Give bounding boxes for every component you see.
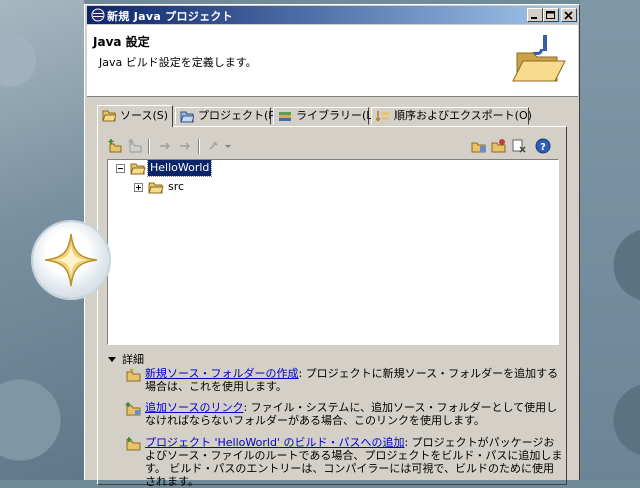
- collapse-triangle-icon: [108, 357, 116, 362]
- window-title: 新規 Java プロジェクト: [107, 10, 233, 23]
- remove-button[interactable]: [510, 137, 528, 155]
- svg-text:?: ?: [540, 142, 546, 153]
- tab-projects[interactable]: プロジェクト(P): [175, 107, 279, 125]
- create-source-folder-link[interactable]: 新規ソース・フォルダーの作成: [145, 367, 298, 380]
- minimize-button[interactable]: [527, 8, 543, 22]
- move-down-button[interactable]: [176, 137, 194, 155]
- maximize-icon: [546, 11, 555, 19]
- arrow-left-disabled-icon: [180, 142, 190, 150]
- page-description: Java ビルド設定を定義します。: [99, 56, 257, 69]
- remove-entry-icon: [512, 139, 526, 153]
- help-button[interactable]: ?: [534, 137, 552, 155]
- tree-item-label: HelloWorld: [146, 159, 213, 177]
- project-folder-icon: [130, 163, 146, 175]
- filter-button[interactable]: [470, 137, 488, 155]
- java-folder-icon: [512, 35, 566, 82]
- link-folder-disabled-icon: [128, 139, 142, 153]
- tab-label: 順序およびエクスポート(O): [394, 109, 532, 122]
- toolbar-separator: [148, 139, 150, 154]
- minimize-icon: [531, 17, 537, 19]
- tab-label: ソース(S): [120, 109, 169, 122]
- wizard-banner: Java 設定 Java ビルド設定を定義します。: [87, 25, 578, 97]
- desktop-launcher[interactable]: [33, 222, 109, 298]
- eclipse-icon: [91, 8, 105, 22]
- link-source-link[interactable]: 追加ソースのリンク: [145, 401, 243, 414]
- remove-folder-button[interactable]: [126, 137, 144, 155]
- tab-label: プロジェクト(P): [198, 109, 280, 122]
- details-toggle[interactable]: 詳細: [108, 351, 144, 367]
- folder-filter-icon: [471, 142, 486, 153]
- source-tab-panel: ? HelloWorld src 詳細 新規ソース・フォルダーの作成: プロジェ…: [97, 126, 567, 488]
- order-export-icon: [376, 111, 389, 122]
- tab-source[interactable]: ソース(S): [97, 105, 173, 127]
- link-source-icon: [125, 402, 141, 416]
- tab-label: ライブラリー(L): [296, 109, 377, 122]
- close-icon: [564, 11, 573, 20]
- tab-strip: ソース(S) プロジェクト(P) ライブラリー(L) 順序およびエクスポート(O…: [97, 105, 537, 127]
- desktop-background-right: [580, 0, 640, 480]
- tab-libraries[interactable]: ライブラリー(L): [273, 107, 377, 125]
- add-folder-icon: [108, 139, 122, 153]
- add-folder-button[interactable]: [106, 137, 124, 155]
- source-folder-tree[interactable]: HelloWorld src: [107, 159, 559, 345]
- add-to-build-path-icon: [126, 437, 141, 451]
- help-icon: ?: [535, 138, 551, 154]
- title-bar[interactable]: 新規 Java プロジェクト: [87, 6, 578, 24]
- page-title: Java 設定: [93, 35, 150, 49]
- tree-item-label: src: [168, 180, 185, 193]
- output-folder-icon: [491, 139, 506, 153]
- details-header: 詳細: [122, 353, 144, 366]
- output-folder-button[interactable]: [490, 137, 508, 155]
- add-to-build-path-link[interactable]: プロジェクト 'HelloWorld' のビルド・パスへの追加: [145, 436, 404, 449]
- sparkle-icon: [44, 233, 98, 287]
- configure-disabled-icon: [209, 141, 231, 150]
- source-folder-icon: [148, 182, 164, 194]
- close-button[interactable]: [561, 8, 577, 22]
- tab-order-export[interactable]: 順序およびエクスポート(O): [371, 107, 532, 125]
- collapse-toggle[interactable]: [116, 164, 125, 173]
- expand-toggle[interactable]: [134, 183, 143, 192]
- new-source-folder-icon: [126, 368, 141, 382]
- maximize-button[interactable]: [543, 8, 559, 22]
- library-icon: [279, 112, 291, 121]
- move-up-button[interactable]: [156, 137, 174, 155]
- source-folder-icon: [102, 110, 116, 122]
- source-toolbar: ?: [106, 137, 560, 157]
- new-java-project-dialog: 新規 Java プロジェクト Java 設定 Java ビルド設定を定義します。…: [84, 4, 580, 488]
- configure-dropdown-button[interactable]: [206, 137, 234, 155]
- toolbar-separator: [198, 139, 200, 154]
- arrow-right-disabled-icon: [160, 142, 170, 150]
- project-icon: [180, 111, 194, 123]
